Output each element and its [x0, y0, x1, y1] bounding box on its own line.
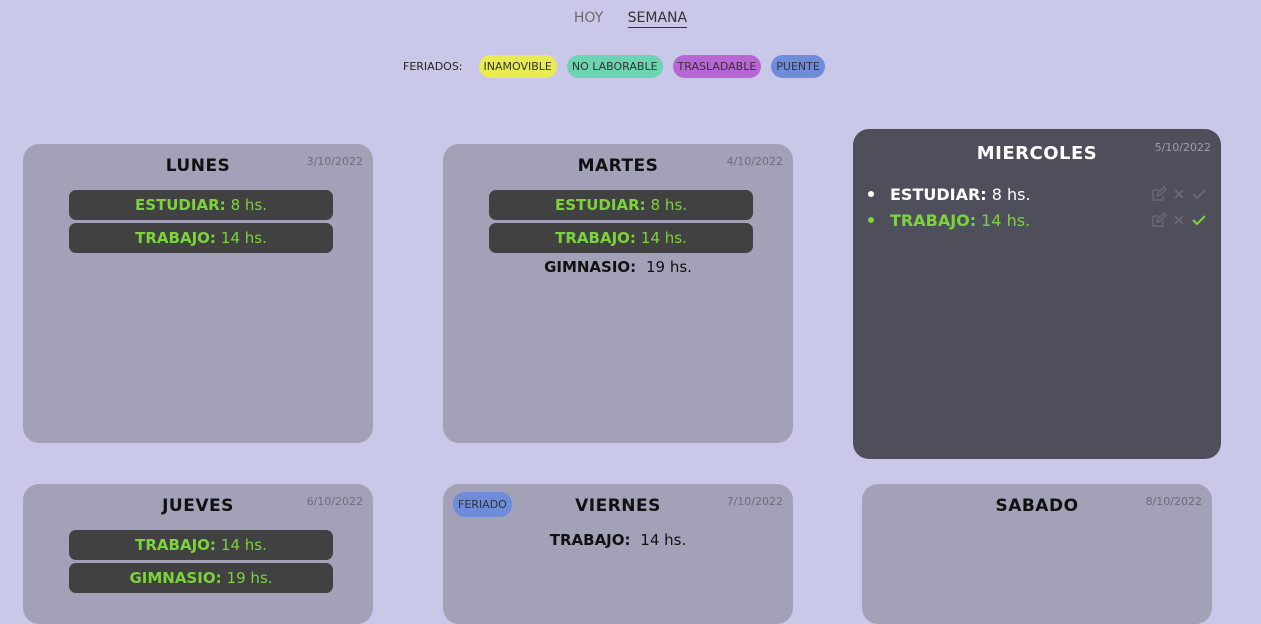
- task-label: TRABAJO:: [549, 531, 631, 549]
- task-list: ESTUDIAR: 8 hs. TRABAJO: 14 hs.: [867, 181, 1207, 233]
- day-date: 3/10/2022: [306, 155, 363, 168]
- task-label: TRABAJO:: [135, 229, 216, 247]
- holiday-legend: FERIADOS: INAMOVIBLE NO LABORABLE TRASLA…: [403, 55, 825, 78]
- day-date: 6/10/2022: [306, 495, 363, 508]
- task-label: ESTUDIAR:: [890, 184, 987, 204]
- check-icon[interactable]: [1191, 186, 1207, 202]
- edit-icon[interactable]: [1151, 186, 1167, 202]
- day-card-lunes[interactable]: LUNES 3/10/2022 ESTUDIAR: 8 hs. TRABAJO:…: [23, 144, 373, 443]
- check-icon[interactable]: [1191, 212, 1207, 228]
- chip-no-laborable: NO LABORABLE: [566, 55, 663, 78]
- task-label: GIMNASIO:: [544, 258, 637, 276]
- view-switcher: HOY SEMANA: [0, 10, 1261, 28]
- task-pill[interactable]: TRABAJO: 14 hs.: [489, 223, 753, 253]
- chip-inamovible: INAMOVIBLE: [478, 55, 557, 78]
- task-time: 14 hs.: [640, 229, 687, 247]
- task-label: TRABAJO:: [555, 229, 636, 247]
- task-item[interactable]: GIMNASIO: 19 hs.: [443, 258, 793, 276]
- day-date: 5/10/2022: [1154, 141, 1211, 154]
- nav-semana-link[interactable]: SEMANA: [627, 10, 688, 28]
- task-label: ESTUDIAR:: [134, 196, 226, 214]
- task-label: ESTUDIAR:: [554, 196, 646, 214]
- task-label: TRABAJO:: [135, 536, 216, 554]
- day-date: 8/10/2022: [1145, 495, 1202, 508]
- task-pill[interactable]: GIMNASIO: 19 hs.: [69, 563, 333, 593]
- day-card-viernes[interactable]: FERIADO VIERNES 7/10/2022 TRABAJO: 14 hs…: [443, 484, 793, 624]
- day-card-sabado[interactable]: SABADO 8/10/2022: [862, 484, 1212, 624]
- day-card-jueves[interactable]: JUEVES 6/10/2022 TRABAJO: 14 hs. GIMNASI…: [23, 484, 373, 624]
- task-time: 14 hs.: [220, 536, 267, 554]
- legend-label: FERIADOS:: [403, 60, 463, 73]
- bullet-icon: [868, 191, 874, 197]
- task-time: 8 hs.: [991, 184, 1031, 204]
- edit-icon[interactable]: [1151, 212, 1167, 228]
- task-item: ESTUDIAR: 8 hs.: [867, 181, 1207, 207]
- task-time: 19 hs.: [645, 258, 692, 276]
- nav-hoy-link[interactable]: HOY: [574, 10, 603, 26]
- task-pill[interactable]: TRABAJO: 14 hs.: [69, 223, 333, 253]
- bullet-icon: [868, 217, 874, 223]
- task-time: 14 hs.: [220, 229, 267, 247]
- task-label: GIMNASIO:: [129, 569, 222, 587]
- task-actions: [1151, 212, 1207, 228]
- day-date: 7/10/2022: [726, 495, 783, 508]
- task-item-done: TRABAJO: 14 hs.: [867, 207, 1207, 233]
- task-time: 8 hs.: [650, 196, 688, 214]
- task-pill[interactable]: TRABAJO: 14 hs.: [69, 530, 333, 560]
- task-item[interactable]: TRABAJO: 14 hs.: [443, 531, 793, 549]
- day-card-martes[interactable]: MARTES 4/10/2022 ESTUDIAR: 8 hs. TRABAJO…: [443, 144, 793, 443]
- task-actions: [1151, 186, 1207, 202]
- chip-trasladable: TRASLADABLE: [672, 55, 762, 78]
- task-pill[interactable]: ESTUDIAR: 8 hs.: [489, 190, 753, 220]
- task-time: 8 hs.: [230, 196, 268, 214]
- task-time: 19 hs.: [226, 569, 273, 587]
- task-time: 14 hs.: [640, 531, 687, 549]
- task-time: 14 hs.: [981, 210, 1031, 230]
- day-card-miercoles[interactable]: MIERCOLES 5/10/2022 ESTUDIAR: 8 hs. TRAB…: [853, 129, 1221, 459]
- day-date: 4/10/2022: [726, 155, 783, 168]
- chip-puente: PUENTE: [771, 55, 825, 78]
- task-pill[interactable]: ESTUDIAR: 8 hs.: [69, 190, 333, 220]
- delete-icon[interactable]: [1171, 212, 1187, 228]
- delete-icon[interactable]: [1171, 186, 1187, 202]
- task-label: TRABAJO:: [890, 210, 977, 230]
